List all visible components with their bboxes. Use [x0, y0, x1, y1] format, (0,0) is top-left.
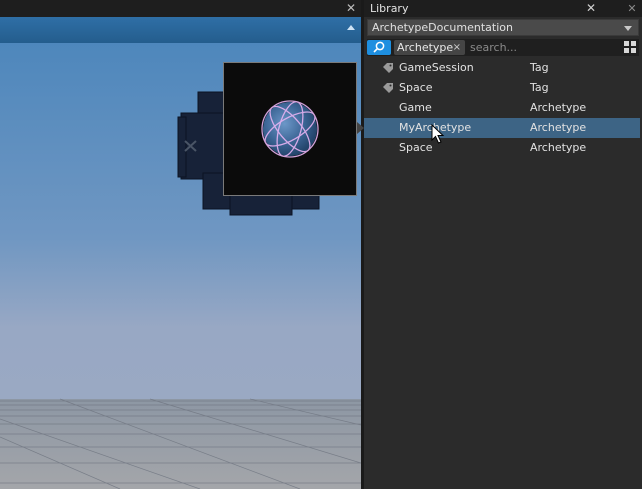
list-item-name: Space	[399, 141, 433, 154]
list-item-name: Game	[399, 101, 432, 114]
tag-icon	[383, 83, 393, 93]
list-item-name: Space	[399, 81, 433, 94]
list-item-type: Archetype	[530, 141, 587, 154]
archetype-preview	[223, 62, 357, 196]
library-titlebar: Library ✕ ✕	[364, 0, 642, 17]
viewport-panel[interactable]: ✕	[0, 0, 361, 489]
magnifier-icon	[373, 41, 385, 53]
search-button[interactable]	[367, 40, 391, 55]
library-secondary-close-button[interactable]: ✕	[626, 0, 638, 17]
list-item-name: MyArchetype	[399, 121, 472, 134]
library-selector-dropdown[interactable]: ArchetypeDocumentation	[367, 19, 639, 36]
filter-tag-label: Archetype	[397, 41, 454, 54]
list-item[interactable]: GameSession Tag	[364, 58, 640, 78]
list-item[interactable]: Game Archetype	[364, 98, 640, 118]
library-title: Library	[370, 2, 409, 15]
list-item-type: Tag	[530, 81, 549, 94]
search-bar: Archetype ×	[367, 39, 639, 56]
filter-tag-remove-button[interactable]: ×	[453, 40, 461, 55]
list-item-type: Archetype	[530, 121, 587, 134]
library-close-button[interactable]: ✕	[585, 0, 597, 17]
triangle-up-icon[interactable]	[347, 25, 355, 30]
viewport-close-button[interactable]: ✕	[345, 0, 357, 17]
list-item-name: GameSession	[399, 61, 474, 74]
library-selector-value: ArchetypeDocumentation	[372, 21, 513, 34]
viewport-scene[interactable]	[0, 43, 361, 489]
list-item[interactable]: Space Archetype	[364, 138, 640, 158]
list-item-type: Tag	[530, 61, 549, 74]
search-input[interactable]	[468, 40, 617, 55]
chevron-down-icon	[624, 26, 632, 31]
filter-tag-chip[interactable]: Archetype ×	[394, 40, 465, 55]
viewport-toolbar	[0, 17, 361, 43]
preview-pointer	[357, 122, 364, 134]
viewport-titlebar: ✕	[0, 0, 361, 17]
list-item-type: Archetype	[530, 101, 587, 114]
list-item-selected[interactable]: MyArchetype Archetype	[364, 118, 640, 138]
grid-view-icon[interactable]	[624, 41, 637, 54]
library-panel: Library ✕ ✕ ArchetypeDocumentation Arche…	[364, 0, 642, 489]
list-item[interactable]: Space Tag	[364, 78, 640, 98]
tag-icon	[383, 63, 393, 73]
